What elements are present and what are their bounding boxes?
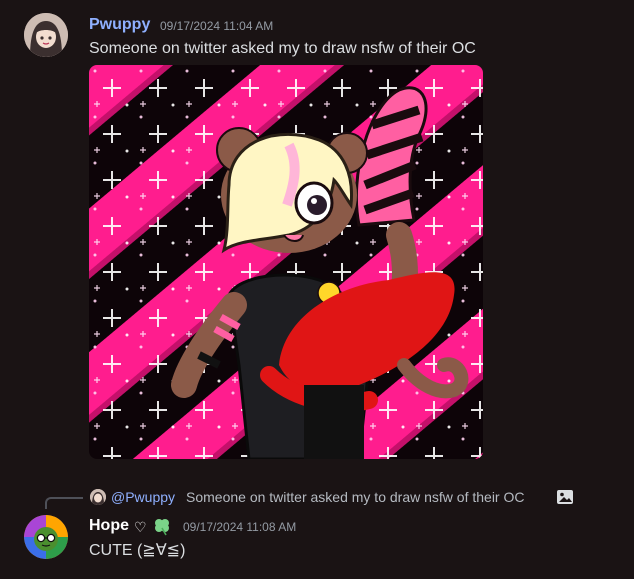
user-avatar[interactable] bbox=[24, 515, 68, 559]
image-icon bbox=[556, 489, 574, 505]
reply-avatar[interactable] bbox=[90, 489, 106, 505]
timestamp: 09/17/2024 11:08 AM bbox=[183, 520, 297, 534]
message-text: CUTE (≧∀≦) bbox=[89, 542, 186, 559]
reply-mention[interactable]: @Pwuppy bbox=[111, 488, 175, 506]
clover-icon bbox=[151, 516, 173, 536]
reply-spine bbox=[45, 497, 83, 509]
chat-log: Pwuppy 09/17/2024 11:04 AM Someone on tw… bbox=[0, 0, 634, 579]
timestamp: 09/17/2024 11:04 AM bbox=[160, 19, 274, 33]
heart-icon: ♡ bbox=[134, 519, 147, 535]
username[interactable]: Pwuppy bbox=[89, 15, 150, 35]
image-attachment[interactable] bbox=[89, 65, 483, 459]
reply-preview-text[interactable]: Someone on twitter asked my to draw nsfw… bbox=[186, 488, 524, 506]
user-avatar[interactable] bbox=[24, 13, 68, 57]
message-text: Someone on twitter asked my to draw nsfw… bbox=[89, 40, 476, 57]
username[interactable]: Hope bbox=[89, 516, 129, 536]
